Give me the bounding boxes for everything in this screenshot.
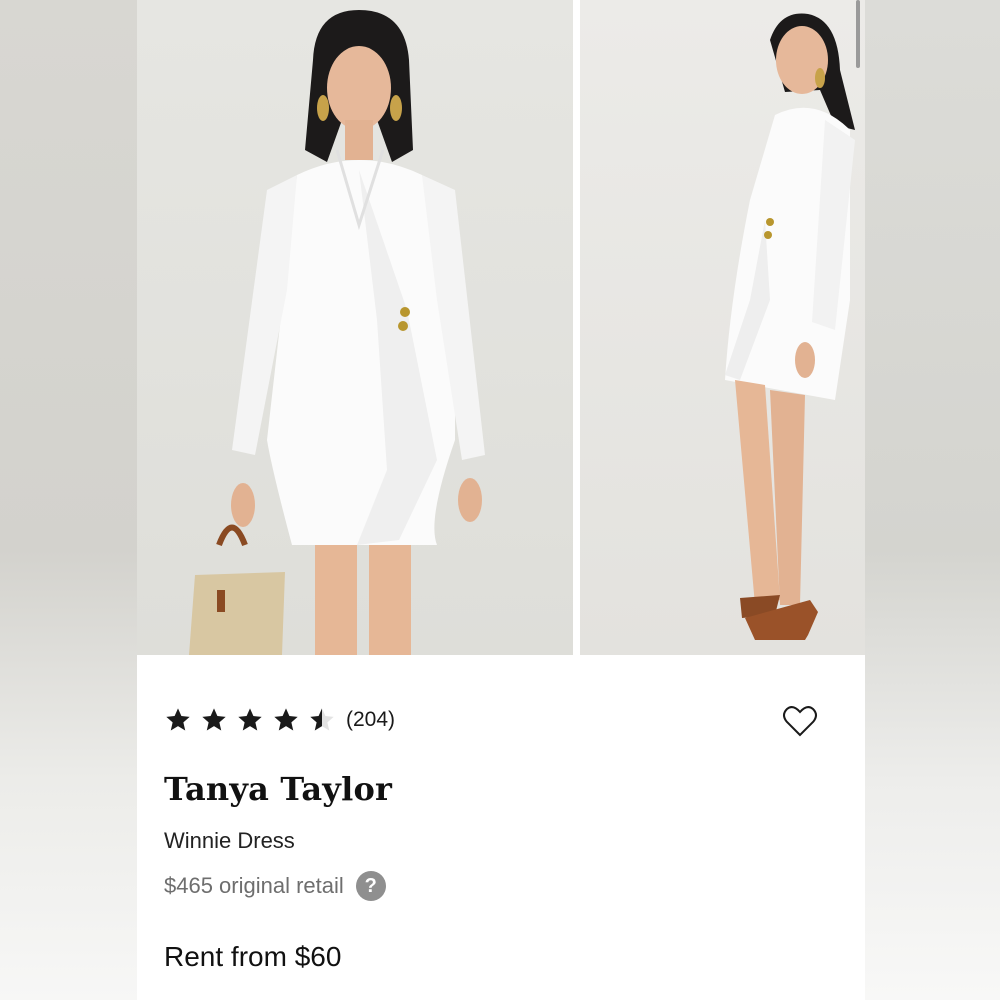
star-half-icon [310,708,334,731]
product-name: Winnie Dress [164,828,295,853]
star-icon [166,708,190,731]
heart-icon [783,706,817,737]
scrollbar[interactable] [856,0,860,68]
star-icon [202,708,226,731]
rent-price: Rent from $60 [164,941,342,972]
product-photo-side[interactable] [580,0,865,655]
background-blur-left [0,0,137,1000]
product-card: (204) Tanya Taylor Winnie Dress $465 ori… [137,0,865,1000]
star-icon [238,708,262,731]
photo-divider [573,0,580,655]
star-icon [274,708,298,731]
question-icon[interactable]: ? [355,871,386,901]
star-rating [164,706,336,734]
retail-price-row: $465 original retail ? [164,871,386,901]
brand-name[interactable]: Tanya Taylor [164,770,392,808]
rating-row: (204) [164,700,395,740]
review-count[interactable]: (204) [346,708,395,732]
original-retail-price: $465 original retail [164,873,344,898]
product-photo-front[interactable] [137,0,573,655]
background-blur-right [865,0,1000,1000]
favorite-button[interactable] [782,704,818,738]
